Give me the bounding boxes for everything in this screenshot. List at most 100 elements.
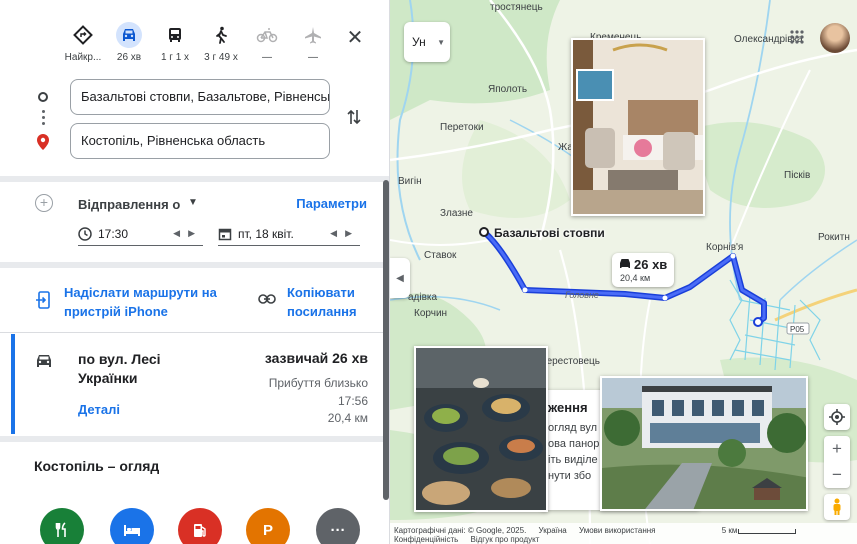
parking-icon: P — [262, 521, 273, 539]
add-stop-icon[interactable]: + — [35, 194, 53, 212]
send-to-phone-icon — [36, 291, 52, 314]
bed-icon — [124, 525, 140, 536]
mode-walk-label: 3 г 49 х — [204, 52, 238, 63]
place-label: Корнів'я — [706, 242, 744, 253]
country-link[interactable]: Україна — [539, 526, 567, 535]
place-label: Рокитн — [818, 232, 850, 243]
mode-walk[interactable]: 3 г 49 х — [198, 22, 244, 63]
category-parking-button[interactable]: P — [246, 508, 290, 544]
road-badge: P05 — [790, 325, 805, 334]
route-duration-bubble[interactable]: 26 хв 20,4 км — [612, 253, 674, 287]
section-divider — [0, 262, 389, 268]
place-label: Берестовець — [540, 356, 600, 367]
directions-diamond-icon — [70, 22, 96, 48]
map-data-credit: Картографічні дані: © Google, 2025. — [394, 526, 527, 535]
info-card-line: іть виділе — [548, 454, 598, 466]
fuel-icon — [194, 524, 206, 537]
place-label: Яполоть — [488, 84, 528, 95]
category-gas-button[interactable] — [178, 508, 222, 544]
apps-grid-icon[interactable] — [790, 30, 804, 49]
zoom-out-button[interactable]: − — [824, 462, 850, 488]
restaurant-food-photo[interactable] — [414, 346, 548, 512]
mode-flight-label: — — [308, 52, 318, 63]
place-label: Перетоки — [440, 122, 484, 133]
origin-marker-label[interactable]: Базальтові стовпи — [494, 226, 605, 240]
route-via: по вул. Лесі Українки — [78, 351, 161, 386]
place-label: Ставок — [424, 250, 457, 261]
route-option-card[interactable]: по вул. Лесі Українки Деталі зазвичай 26… — [0, 334, 389, 434]
layer-label: Ун — [412, 35, 426, 49]
feedback-link[interactable]: Відгук про продукт — [471, 535, 540, 544]
origin-circle-icon — [38, 92, 48, 102]
date-stepper-arrows[interactable]: ◀▶ — [330, 228, 360, 239]
mode-car[interactable]: 26 хв — [106, 22, 152, 63]
departure-time: 17:30 — [98, 226, 129, 241]
options-link[interactable]: Параметри — [296, 196, 367, 211]
time-stepper-arrows[interactable]: ◀▶ — [173, 228, 203, 239]
close-icon: ✕ — [346, 26, 364, 49]
privacy-link[interactable]: Конфіденційність — [394, 535, 458, 544]
mode-bike-label: — — [262, 52, 272, 63]
category-restaurants-button[interactable] — [40, 508, 84, 544]
chevron-left-icon: ◀ — [396, 272, 404, 284]
panel-scrollbar[interactable] — [383, 180, 389, 500]
zoom-controls: + − — [824, 436, 850, 488]
hotel-building-photo[interactable] — [600, 376, 808, 511]
route-distance: 20,4 км — [327, 411, 368, 425]
directions-panel: Найкр... 26 хв 1 г 1 х 3 г 49 х — — ✕ Ба… — [0, 0, 390, 544]
calendar-icon — [218, 228, 232, 240]
send-to-device-link[interactable]: Надіслати маршрути на пристрій iPhone — [64, 283, 234, 321]
my-location-button[interactable] — [824, 404, 850, 430]
road-label: Головне — [565, 290, 599, 300]
place-label: адівка — [408, 292, 438, 303]
car-icon — [34, 352, 54, 375]
dropdown-caret-icon[interactable]: ▼ — [188, 197, 198, 208]
map-canvas[interactable]: P05 Головне тростянець Кременець Олексан… — [390, 0, 857, 544]
fork-knife-icon — [55, 522, 66, 537]
destination-input[interactable]: Костопіль, Рівненська область — [70, 123, 330, 159]
street-view-pegman[interactable] — [824, 494, 850, 520]
chevron-down-icon: ▼ — [437, 37, 445, 47]
travel-mode-bar: Найкр... 26 хв 1 г 1 х 3 г 49 х — — — [0, 0, 389, 70]
bubble-time: 26 хв — [634, 257, 668, 272]
account-avatar[interactable] — [820, 23, 850, 53]
category-more-button[interactable]: ··· — [316, 508, 360, 544]
bus-icon — [162, 22, 188, 48]
mode-best[interactable]: Найкр... — [60, 22, 106, 63]
info-card-line: ова панор — [548, 438, 600, 450]
mode-bike[interactable]: — — [244, 22, 290, 63]
category-hotels-button[interactable] — [110, 508, 154, 544]
place-label: Корчин — [414, 308, 448, 319]
map-layers-button[interactable]: Ун ▼ — [404, 22, 450, 62]
route-details-link[interactable]: Деталі — [78, 402, 120, 417]
selected-route-accent — [11, 334, 15, 434]
place-label: Злазне — [440, 208, 473, 219]
car-icon — [620, 259, 630, 268]
crosshair-icon — [829, 409, 845, 425]
scale-label: 5 км — [721, 526, 738, 535]
mode-transit[interactable]: 1 г 1 х — [152, 22, 198, 63]
place-label: Вигін — [398, 176, 422, 187]
overview-title: Костопіль – огляд — [34, 458, 160, 474]
hotel-room-photo[interactable] — [571, 38, 705, 216]
info-card-line: нути збо — [548, 470, 592, 482]
destination-pin-icon — [37, 134, 49, 155]
route-dot — [42, 110, 45, 113]
zoom-in-button[interactable]: + — [824, 436, 850, 462]
walk-icon — [208, 22, 234, 48]
departure-mode-dropdown[interactable]: Відправлення о — [78, 197, 180, 212]
bike-icon — [254, 22, 280, 48]
close-directions-button[interactable]: ✕ — [344, 26, 366, 49]
mode-flight[interactable]: — — [290, 22, 336, 63]
route-dot — [42, 122, 45, 125]
copy-link-button[interactable]: Копіювати посилання — [287, 283, 367, 321]
departure-time-field[interactable]: 17:30 ◀▶ — [78, 222, 203, 246]
origin-input[interactable]: Базальтові стовпи, Базальтове, Рівненськ… — [70, 79, 330, 115]
terms-link[interactable]: Умови використання — [579, 526, 655, 535]
departure-date-field[interactable]: пт, 18 квіт. ◀▶ — [218, 222, 360, 246]
car-icon — [116, 22, 142, 48]
swap-route-button[interactable] — [346, 108, 362, 131]
collapse-panel-button[interactable]: ◀ — [390, 258, 410, 298]
map-scale-bar — [738, 529, 796, 534]
place-label: тростянець — [490, 2, 543, 13]
